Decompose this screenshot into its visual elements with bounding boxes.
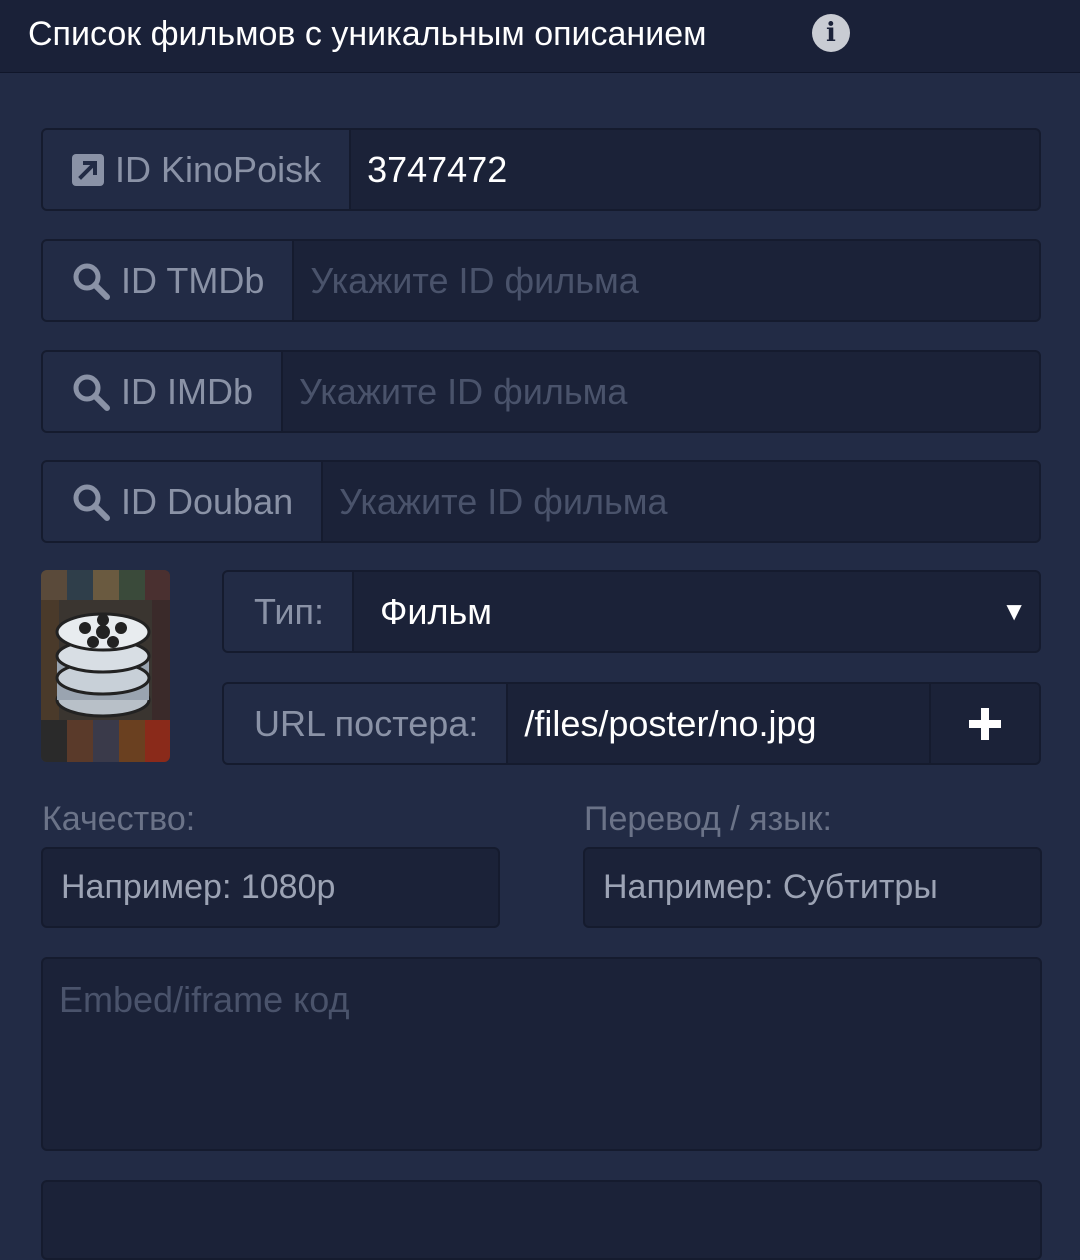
quality-placeholder: Например: 1080p	[61, 868, 336, 906]
app-header: Список фильмов с уникальным описанием i	[0, 0, 1080, 73]
tmdb-id-input[interactable]: Укажите ID фильма	[294, 241, 1039, 320]
page-title: Список фильмов с уникальным описанием	[28, 15, 707, 53]
translation-placeholder: Например: Субтитры	[603, 868, 938, 906]
douban-label: ID Douban	[121, 480, 294, 522]
quality-label: Качество:	[42, 800, 196, 838]
external-link-icon	[72, 153, 104, 186]
tmdb-label: ID TMDb	[121, 259, 265, 301]
type-label: Тип:	[254, 590, 325, 632]
search-icon	[73, 484, 110, 521]
add-poster-button[interactable]	[929, 684, 1039, 763]
quality-input[interactable]: Например: 1080p	[41, 847, 500, 928]
kinopoisk-id-value: 3747472	[367, 148, 508, 190]
poster-url-group: URL постера: /files/poster/no.jpg	[222, 682, 1041, 765]
poster-url-value: /files/poster/no.jpg	[524, 702, 817, 744]
search-icon	[73, 263, 110, 300]
poster-url-input[interactable]: /files/poster/no.jpg	[508, 684, 929, 763]
kinopoisk-id-input[interactable]: 3747472	[351, 130, 1039, 209]
plus-icon	[969, 707, 1001, 740]
tmdb-addon[interactable]: ID TMDb	[43, 241, 295, 320]
imdb-label: ID IMDb	[121, 370, 254, 412]
film-reel-image	[41, 570, 170, 762]
type-value: Фильм	[380, 590, 493, 632]
poster-url-addon: URL постера:	[224, 684, 509, 763]
type-addon: Тип:	[224, 572, 355, 651]
type-group: Тип: Фильм ▼	[222, 570, 1041, 653]
translation-label: Перевод / язык:	[584, 800, 832, 838]
kinopoisk-label: ID KinoPoisk	[115, 148, 322, 190]
embed-placeholder: Embed/iframe код	[59, 979, 350, 1020]
douban-id-placeholder: Укажите ID фильма	[339, 480, 668, 522]
kinopoisk-id-group: ID KinoPoisk 3747472	[41, 128, 1041, 211]
imdb-id-input[interactable]: Укажите ID фильма	[283, 352, 1039, 431]
next-field[interactable]	[41, 1180, 1042, 1260]
embed-textarea[interactable]: Embed/iframe код	[41, 957, 1042, 1151]
poster-thumbnail	[41, 570, 170, 762]
tmdb-id-group: ID TMDb Укажите ID фильма	[41, 239, 1041, 322]
search-icon	[73, 374, 110, 411]
douban-id-group: ID Douban Укажите ID фильма	[41, 460, 1041, 543]
douban-addon[interactable]: ID Douban	[43, 462, 324, 541]
kinopoisk-addon[interactable]: ID KinoPoisk	[43, 130, 352, 209]
info-icon[interactable]: i	[812, 14, 850, 52]
chevron-down-icon: ▼	[1001, 596, 1027, 626]
imdb-id-placeholder: Укажите ID фильма	[299, 370, 628, 412]
tmdb-id-placeholder: Укажите ID фильма	[310, 259, 639, 301]
imdb-id-group: ID IMDb Укажите ID фильма	[41, 350, 1041, 433]
translation-input[interactable]: Например: Субтитры	[583, 847, 1042, 928]
imdb-addon[interactable]: ID IMDb	[43, 352, 284, 431]
douban-id-input[interactable]: Укажите ID фильма	[323, 462, 1039, 541]
poster-url-label: URL постера:	[254, 702, 479, 744]
type-select[interactable]: Фильм ▼	[354, 572, 1039, 651]
